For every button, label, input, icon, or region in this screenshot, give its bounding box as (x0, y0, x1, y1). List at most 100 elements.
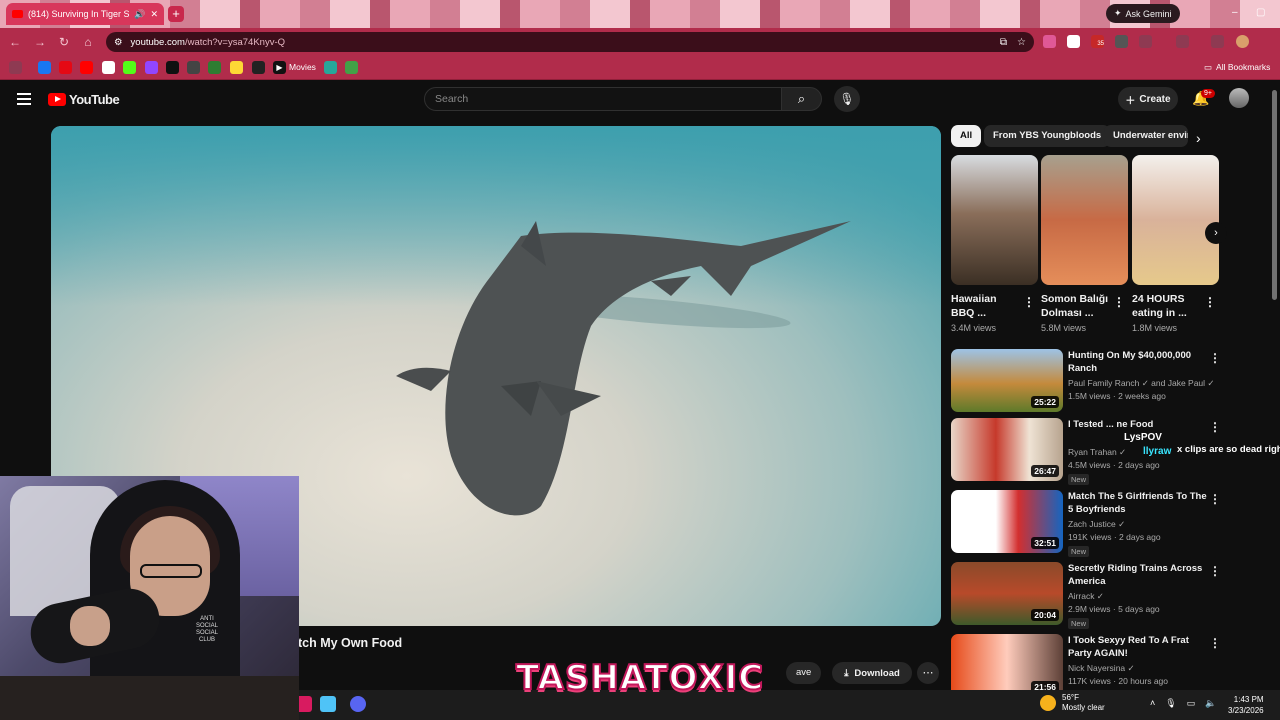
notepad-icon[interactable] (320, 696, 336, 712)
extension-icon[interactable] (1211, 35, 1224, 48)
bookmark-icon[interactable] (345, 61, 358, 74)
address-bar[interactable]: ⚙ youtube.com/watch?v=ysa74Knyv-Q ⧉ ☆ (106, 32, 1034, 52)
maximize-icon[interactable]: ▢ (1256, 8, 1266, 18)
more-icon[interactable]: ⋮ (1023, 295, 1035, 309)
short-thumbnail[interactable] (951, 155, 1038, 285)
netflix-icon[interactable] (59, 61, 72, 74)
video-thumbnail[interactable]: 21:56 (951, 634, 1063, 697)
extension-icon[interactable] (1176, 35, 1189, 48)
more-icon[interactable]: ⋮ (1209, 351, 1221, 365)
menu-icon[interactable] (17, 93, 31, 105)
forward-icon[interactable]: → (33, 35, 47, 49)
back-icon[interactable]: ← (8, 35, 22, 49)
voice-search-button[interactable]: 🎙 (834, 86, 860, 112)
list-item[interactable]: 20:04 Secretly Riding Trains Across Amer… (951, 562, 1271, 629)
more-icon[interactable]: ⋮ (1209, 564, 1221, 578)
new-tab-button[interactable]: + (168, 6, 184, 22)
reload-icon[interactable]: ↻ (57, 35, 71, 49)
rec-channel[interactable]: Paul Family Ranch ✓ and Jake Paul ✓ (1068, 378, 1215, 389)
more-icon[interactable]: ⋮ (1209, 420, 1221, 434)
more-icon[interactable]: ⋮ (1209, 636, 1221, 650)
chip-underwater[interactable]: Underwater envir (1104, 125, 1188, 147)
bookmark-icon[interactable] (324, 61, 337, 74)
all-bookmarks-button[interactable]: ▭ All Bookmarks (1204, 62, 1270, 73)
discord-icon[interactable] (350, 696, 366, 712)
short-title[interactable]: Hawaiian BBQ ... (951, 292, 1021, 320)
youtube-logo[interactable]: YouTube (48, 92, 120, 107)
scrollbar[interactable] (1272, 90, 1277, 300)
x-icon[interactable] (166, 61, 179, 74)
bookmark-icon[interactable] (208, 61, 221, 74)
extension-icon[interactable] (1067, 35, 1080, 48)
site-info-icon[interactable]: ⚙ (114, 37, 123, 48)
chip-from-ybs[interactable]: From YBS Youngbloods (984, 125, 1111, 147)
extension-icon[interactable] (1043, 35, 1056, 48)
short-thumbnail[interactable] (1132, 155, 1219, 285)
browser-tab-active[interactable]: (814) Surviving In Tiger Sha 🔊 ✕ (6, 3, 164, 25)
rec-channel[interactable]: Nick Nayersina ✓ (1068, 663, 1135, 674)
twitch-icon[interactable] (145, 61, 158, 74)
more-icon[interactable]: ⋮ (1204, 295, 1216, 309)
short-title[interactable]: Somon Balığı Dolması ... (1041, 292, 1111, 320)
more-icon[interactable]: ⋮ (1113, 295, 1125, 309)
rec-channel[interactable]: Airrack ✓ (1068, 591, 1104, 602)
download-button[interactable]: ⤓ Download (832, 662, 912, 684)
bookmark-icon[interactable] (187, 61, 200, 74)
mic-icon[interactable]: 🎙 (1165, 698, 1176, 709)
extension-icon[interactable] (1139, 35, 1152, 48)
rec-title[interactable]: Secretly Riding Trains Across America (1068, 562, 1208, 588)
taskbar-clock[interactable]: 1:43 PM 3/23/2026 (1228, 694, 1264, 716)
bookmark-icon[interactable] (230, 61, 243, 74)
bookmark-movies[interactable]: Movies (289, 62, 316, 72)
install-app-icon[interactable]: ⧉ (1000, 37, 1007, 48)
more-icon[interactable]: ⋮ (1209, 492, 1221, 506)
chevron-right-icon[interactable]: › (1196, 130, 1201, 146)
search-input[interactable]: Search (424, 87, 782, 111)
bookmark-star-icon[interactable]: ☆ (1017, 37, 1026, 48)
rec-title[interactable]: I Tested ... ne Food (1068, 418, 1208, 431)
video-thumbnail[interactable]: 25:22 (951, 349, 1063, 412)
extension-badge-icon[interactable]: 35 (1091, 35, 1104, 48)
rec-title[interactable]: I Took Sexyy Red To A Frat Party AGAIN! (1068, 634, 1208, 660)
bookmark-icon[interactable] (102, 61, 115, 74)
weather-widget[interactable]: 56°F Mostly clear (1040, 693, 1105, 713)
youtube-icon[interactable] (80, 61, 93, 74)
minimize-icon[interactable]: – (1232, 8, 1242, 18)
create-label: Create (1139, 93, 1171, 105)
create-button[interactable]: ＋ Create (1118, 87, 1178, 111)
chip-all[interactable]: All (951, 125, 982, 147)
save-button[interactable]: ave (786, 662, 822, 684)
extension-icon[interactable] (1115, 35, 1128, 48)
account-avatar[interactable] (1229, 88, 1249, 108)
apps-icon[interactable] (9, 61, 22, 74)
rec-channel[interactable]: Zach Justice ✓ (1068, 519, 1125, 530)
rec-channel[interactable]: Ryan Trahan ✓ (1068, 447, 1126, 458)
video-thumbnail[interactable]: 20:04 (951, 562, 1063, 625)
ask-gemini-button[interactable]: ✦ Ask Gemini (1106, 4, 1180, 23)
list-item[interactable]: 21:56 I Took Sexyy Red To A Frat Party A… (951, 634, 1271, 698)
list-item[interactable]: 25:22 Hunting On My $40,000,000 Ranch Pa… (951, 349, 1271, 413)
short-title[interactable]: 24 HOURS eating in ... (1132, 292, 1202, 320)
volume-icon[interactable]: 🔈 (1205, 698, 1216, 709)
home-icon[interactable]: ⌂ (81, 35, 95, 49)
webcam-overlay: ANTI SOCIAL SOCIAL CLUB (0, 476, 299, 720)
chevron-up-icon[interactable]: ˄ (1150, 698, 1155, 709)
profile-avatar[interactable] (1236, 35, 1249, 48)
video-thumbnail[interactable]: 26:47 (951, 418, 1063, 481)
facebook-icon[interactable] (38, 61, 51, 74)
video-thumbnail[interactable]: 32:51 (951, 490, 1063, 553)
kick-icon[interactable] (123, 61, 136, 74)
speaker-icon[interactable]: 🔊 (134, 9, 145, 20)
shorts-next-button[interactable]: › (1205, 222, 1227, 244)
network-icon[interactable]: ▭ (1187, 698, 1196, 709)
search-button[interactable]: ⌕ (781, 87, 822, 111)
tab-close-icon[interactable]: ✕ (150, 9, 158, 20)
more-icon[interactable]: ⋯ (917, 662, 939, 684)
rec-title[interactable]: Hunting On My $40,000,000 Ranch (1068, 349, 1208, 375)
rec-title[interactable]: Match The 5 Girlfriends To The 5 Boyfrie… (1068, 490, 1208, 516)
system-tray: ˄ 🎙 ▭ 🔈 (1150, 698, 1216, 709)
list-item[interactable]: 32:51 Match The 5 Girlfriends To The 5 B… (951, 490, 1271, 557)
bookmark-icon[interactable] (252, 61, 265, 74)
movies-play-icon[interactable]: ▶ (273, 61, 286, 74)
short-thumbnail[interactable] (1041, 155, 1128, 285)
